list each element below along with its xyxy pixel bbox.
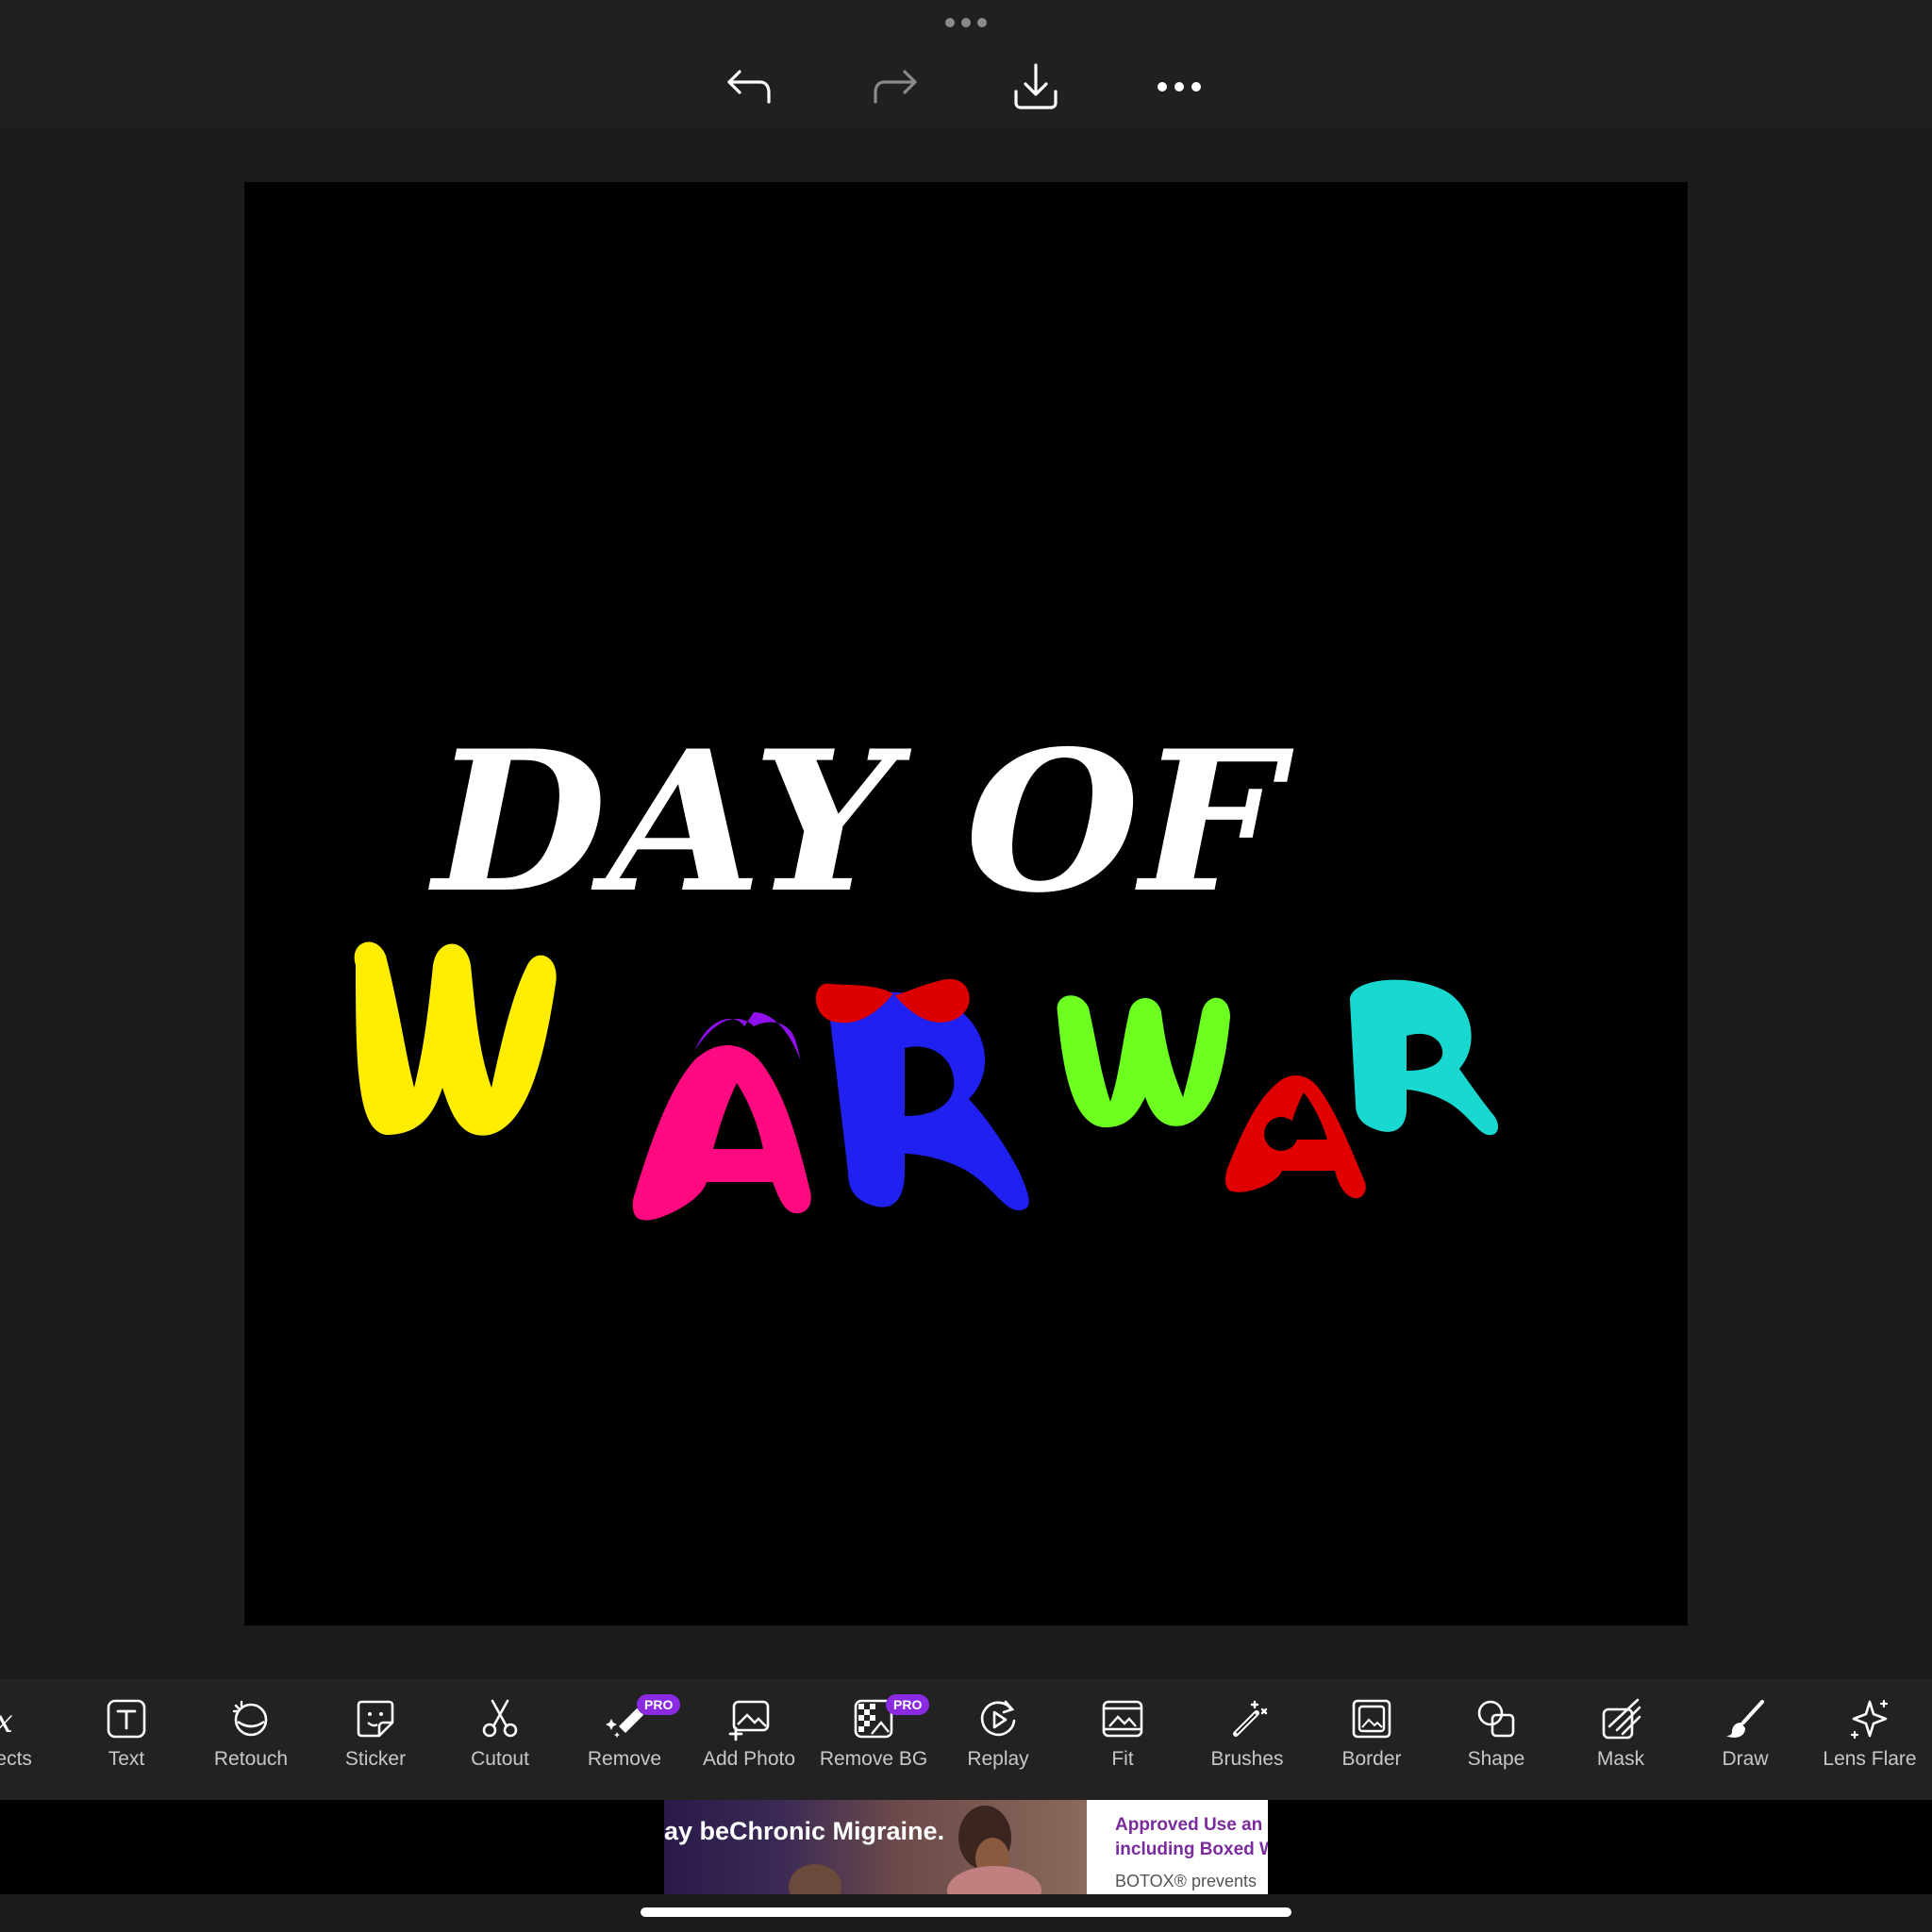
canvas-area: DAY OF bbox=[0, 128, 1932, 1679]
text-box-icon bbox=[107, 1699, 146, 1739]
pro-badge: PRO bbox=[886, 1694, 930, 1715]
magic-brush-icon bbox=[1233, 1700, 1268, 1737]
tool-fit[interactable]: Fit bbox=[1060, 1698, 1185, 1792]
border-icon bbox=[1352, 1699, 1391, 1739]
tool-remove-bg[interactable]: PRO Remove BG bbox=[811, 1694, 936, 1792]
title-letter-4 bbox=[1057, 995, 1230, 1128]
fit-icon bbox=[1102, 1700, 1143, 1738]
download-button[interactable] bbox=[1008, 58, 1064, 115]
pro-badge: PRO bbox=[637, 1694, 681, 1715]
shape-icon bbox=[1477, 1700, 1515, 1738]
ad-area: ay beChronic Migraine. Approved Use an i… bbox=[0, 1800, 1932, 1894]
more-dots-icon bbox=[1158, 82, 1201, 92]
tool-label: Lens Flare bbox=[1823, 1748, 1917, 1770]
title-letter-1 bbox=[354, 941, 557, 1136]
sticker-icon bbox=[357, 1700, 394, 1738]
tool-text[interactable]: Text bbox=[64, 1698, 189, 1792]
title-line-1: DAY OF bbox=[428, 709, 1294, 936]
retouch-face-icon bbox=[232, 1700, 268, 1737]
window-grab-handle[interactable] bbox=[945, 17, 987, 28]
ad-copy: Approved Use an including Boxed W bbox=[1115, 1813, 1268, 1862]
undo-button[interactable] bbox=[722, 58, 778, 115]
undo-arrow-icon bbox=[727, 70, 771, 104]
title-letter-3 bbox=[829, 991, 1029, 1210]
tool-shape[interactable]: Shape bbox=[1434, 1698, 1558, 1792]
tool-replay[interactable]: Replay bbox=[936, 1698, 1060, 1792]
eye-decoration bbox=[1264, 1117, 1298, 1151]
fx-icon: fx bbox=[0, 1703, 13, 1740]
mask-icon bbox=[1602, 1698, 1641, 1740]
home-indicator[interactable] bbox=[641, 1907, 1291, 1917]
redo-button[interactable] bbox=[866, 58, 923, 115]
tool-brushes[interactable]: Brushes bbox=[1185, 1698, 1309, 1792]
sparkle-icon bbox=[1850, 1699, 1889, 1740]
home-bar bbox=[0, 1894, 1932, 1932]
tool-bar: fxEffectsTextRetouchStickerCutoutPRORemo… bbox=[0, 1679, 1932, 1800]
tool-add-photo[interactable]: Add Photo bbox=[687, 1698, 811, 1792]
tool-effects[interactable]: fxEffects bbox=[0, 1698, 64, 1792]
more-button[interactable] bbox=[1151, 58, 1208, 115]
tool-cutout[interactable]: Cutout bbox=[438, 1698, 562, 1792]
redo-arrow-icon bbox=[874, 70, 917, 104]
tool-sticker[interactable]: Sticker bbox=[313, 1698, 438, 1792]
tool-remove[interactable]: PRO Remove bbox=[562, 1694, 687, 1792]
tool-mask[interactable]: Mask bbox=[1558, 1698, 1683, 1792]
download-icon bbox=[1014, 63, 1058, 109]
ad-copy-line-3: BOTOX® prevents bbox=[1115, 1872, 1257, 1890]
title-letter-2 bbox=[632, 1045, 811, 1221]
paintbrush-icon bbox=[1726, 1700, 1764, 1738]
tool-draw[interactable]: Draw bbox=[1683, 1698, 1807, 1792]
replay-icon bbox=[980, 1700, 1016, 1737]
tool-lens-flare[interactable]: Lens Flare bbox=[1807, 1698, 1932, 1792]
add-photo-icon bbox=[728, 1700, 770, 1741]
ad-image: ay beChronic Migraine. bbox=[664, 1800, 1087, 1894]
artwork-canvas[interactable]: DAY OF bbox=[244, 182, 1688, 1625]
svg-text:fx: fx bbox=[0, 1703, 13, 1740]
ad-banner[interactable]: ay beChronic Migraine. Approved Use an i… bbox=[664, 1800, 1268, 1894]
top-bar bbox=[0, 0, 1932, 128]
ad-copy-line-2: including Boxed W bbox=[1115, 1840, 1268, 1859]
tool-border[interactable]: Border bbox=[1309, 1698, 1434, 1792]
tool-retouch[interactable]: Retouch bbox=[189, 1698, 313, 1792]
title-letter-6 bbox=[1349, 979, 1499, 1136]
scissors-icon bbox=[482, 1699, 518, 1738]
title-line-2 bbox=[354, 941, 1499, 1221]
ad-headline: ay beChronic Migraine. bbox=[664, 1817, 945, 1845]
ad-copy-line-1: Approved Use an bbox=[1115, 1815, 1263, 1835]
